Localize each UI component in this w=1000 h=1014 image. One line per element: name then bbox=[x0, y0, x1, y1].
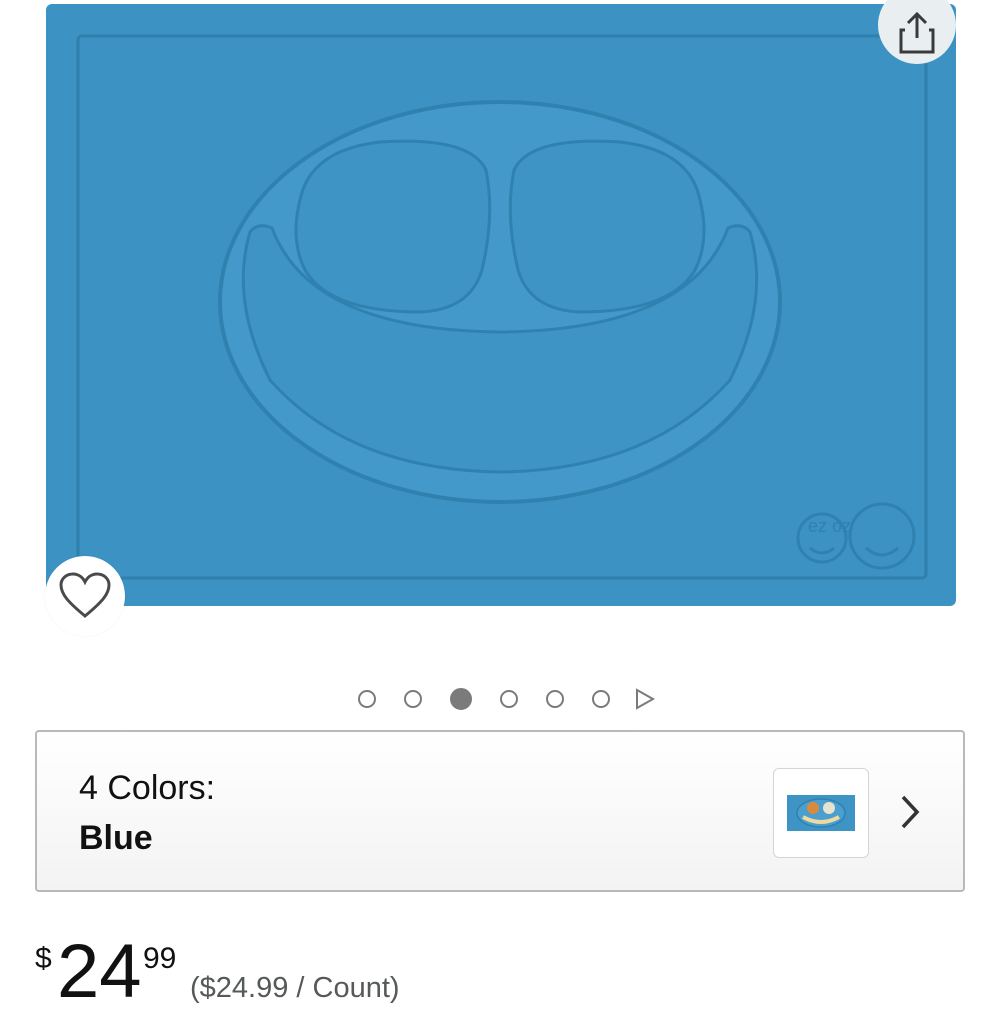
price-fraction: 99 bbox=[143, 942, 177, 975]
product-image[interactable]: ez oz bbox=[0, 0, 1000, 640]
carousel-dot[interactable] bbox=[546, 690, 564, 708]
heart-icon bbox=[59, 572, 111, 618]
carousel-dot[interactable] bbox=[404, 690, 422, 708]
price-currency: $ bbox=[35, 942, 52, 975]
swatch-thumbnail bbox=[787, 795, 855, 831]
variant-swatch[interactable] bbox=[773, 768, 869, 858]
carousel-dot[interactable] bbox=[592, 690, 610, 708]
product-image-area[interactable]: ez oz bbox=[0, 0, 1000, 640]
variant-label: 4 Colors: bbox=[79, 769, 216, 807]
brand-mark: ez oz bbox=[808, 516, 851, 536]
carousel-dot[interactable] bbox=[358, 690, 376, 708]
wishlist-button[interactable] bbox=[45, 556, 125, 636]
chevron-right-icon[interactable] bbox=[899, 794, 921, 830]
variant-selected-value: Blue bbox=[79, 819, 153, 857]
carousel-dot-active[interactable] bbox=[450, 688, 472, 710]
carousel-dots[interactable] bbox=[0, 686, 1000, 712]
carousel-dot[interactable] bbox=[500, 690, 518, 708]
price-whole: 24 bbox=[57, 929, 142, 1014]
share-icon bbox=[899, 11, 935, 54]
variant-selector[interactable]: 4 Colors: Blue bbox=[35, 730, 965, 892]
unit-price: ($24.99 / Count) bbox=[190, 972, 400, 1004]
play-triangle-icon[interactable] bbox=[634, 688, 656, 710]
